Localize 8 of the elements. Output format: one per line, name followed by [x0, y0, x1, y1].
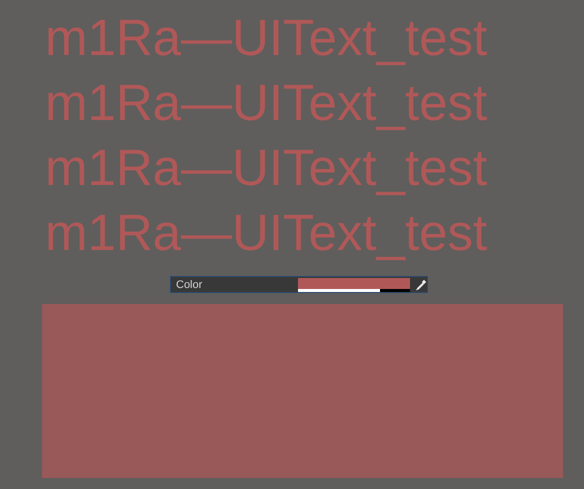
sample-text: m1Ra—UIText_test [45, 138, 488, 198]
sample-text: m1Ra—UIText_test [45, 8, 488, 68]
color-field[interactable]: Color [170, 276, 428, 293]
sample-text: m1Ra—UIText_test [45, 73, 488, 133]
color-swatch[interactable] [298, 278, 410, 292]
field-label: Color [175, 278, 204, 290]
sample-text: m1Ra—UIText_test [45, 203, 488, 263]
eyedropper-icon[interactable] [415, 278, 427, 290]
